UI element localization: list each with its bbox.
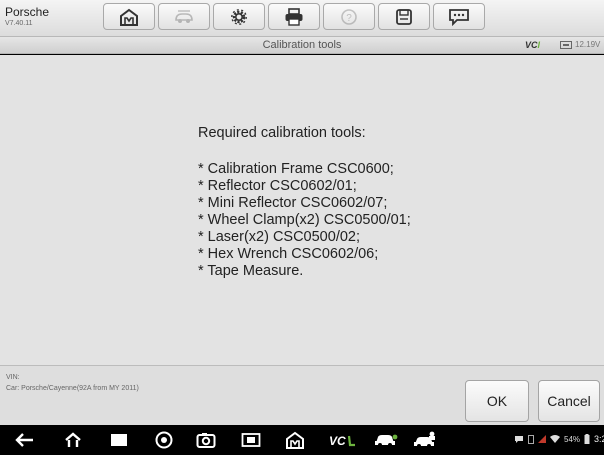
- help-button[interactable]: ?: [323, 3, 375, 30]
- camera-button[interactable]: [195, 429, 217, 451]
- list-item: * Laser(x2) CSC0500/02;: [198, 229, 360, 245]
- title-bar: Calibration tools VCI 12.19V: [0, 37, 604, 54]
- settings-button[interactable]: [213, 3, 265, 30]
- chat-notification-icon: [515, 435, 523, 443]
- list-item: * Mini Reflector CSC0602/07;: [198, 195, 388, 211]
- sim-icon: [528, 434, 534, 444]
- car-repair-icon: [414, 431, 435, 448]
- svg-text:VC: VC: [329, 434, 346, 447]
- system-home-button[interactable]: [62, 429, 84, 451]
- page-title: Calibration tools: [262, 39, 342, 51]
- save-icon: [396, 8, 412, 25]
- clock: 3:2: [594, 434, 604, 444]
- app-home-button[interactable]: [284, 429, 306, 451]
- calibration-message: Required calibration tools: * Calibratio…: [198, 125, 411, 280]
- app-home-icon: [286, 431, 304, 449]
- svg-text:?: ?: [346, 13, 352, 24]
- battery-percent: 54%: [564, 434, 581, 444]
- browser-icon: [155, 431, 173, 449]
- recents-icon: [111, 434, 127, 446]
- back-icon: [15, 433, 33, 447]
- printer-icon: [285, 7, 303, 26]
- list-item: * Hex Wrench CSC0602/06;: [198, 246, 379, 262]
- cancel-button[interactable]: Cancel: [538, 380, 600, 422]
- home-icon: [120, 8, 138, 26]
- car-button[interactable]: [373, 429, 399, 451]
- tool-list: * Calibration Frame CSC0600; * Reflector…: [198, 161, 411, 280]
- car-info: Car: Porsche/Cayenne(92A from MY 2011): [6, 385, 139, 392]
- vci-status: VCI: [525, 40, 541, 50]
- car-swap-icon: [175, 9, 193, 23]
- chat-icon: [449, 8, 469, 26]
- voltage-reading: 12.19V: [575, 40, 601, 49]
- browser-button[interactable]: [153, 429, 175, 451]
- battery-icon: [584, 434, 590, 444]
- vehicle-make: Porsche: [5, 5, 50, 19]
- footer-bar: VIN: Car: Porsche/Cayenne(92A from MY 20…: [0, 365, 604, 425]
- list-item: * Calibration Frame CSC0600;: [198, 161, 394, 177]
- home-button[interactable]: [103, 3, 155, 30]
- status-area: 54% 3:2: [514, 434, 604, 444]
- help-icon: ?: [341, 8, 357, 25]
- ok-button[interactable]: OK: [465, 380, 529, 422]
- gear-icon: [231, 8, 247, 25]
- home-icon: [65, 432, 81, 447]
- vci-icon: VC: [329, 434, 355, 447]
- message-panel: Required calibration tools: * Calibratio…: [0, 55, 604, 365]
- data-logging-button[interactable]: [433, 3, 485, 30]
- car-icon: [375, 434, 398, 447]
- vci-button[interactable]: VC: [328, 429, 358, 451]
- signal-icon: [538, 435, 546, 443]
- brand-block: Porsche V7.40.11: [5, 6, 49, 27]
- battery-voltage: 12.19V: [560, 40, 600, 49]
- car-repair-button[interactable]: [413, 429, 439, 451]
- message-heading: Required calibration tools:: [198, 125, 366, 141]
- vehicle-swap-button[interactable]: [158, 3, 210, 30]
- print-button[interactable]: [268, 3, 320, 30]
- screenshot-icon: [241, 433, 261, 447]
- software-version: V7.40.11: [5, 20, 33, 27]
- back-button[interactable]: [14, 429, 36, 451]
- recents-button[interactable]: [108, 429, 130, 451]
- wifi-icon: [550, 435, 560, 443]
- camera-icon: [196, 433, 216, 448]
- system-nav-bar: VC 54% 3:: [0, 425, 604, 455]
- list-item: * Tape Measure.: [198, 263, 304, 279]
- vin-label: VIN:: [6, 374, 20, 381]
- top-toolbar: Porsche V7.40.11 ?: [0, 0, 604, 37]
- save-button[interactable]: [378, 3, 430, 30]
- vehicle-info: VIN: Car: Porsche/Cayenne(92A from MY 20…: [6, 372, 139, 394]
- car-battery-icon: [560, 40, 572, 49]
- list-item: * Reflector CSC0602/01;: [198, 178, 357, 194]
- screenshot-button[interactable]: [240, 429, 262, 451]
- list-item: * Wheel Clamp(x2) CSC0500/01;: [198, 212, 411, 228]
